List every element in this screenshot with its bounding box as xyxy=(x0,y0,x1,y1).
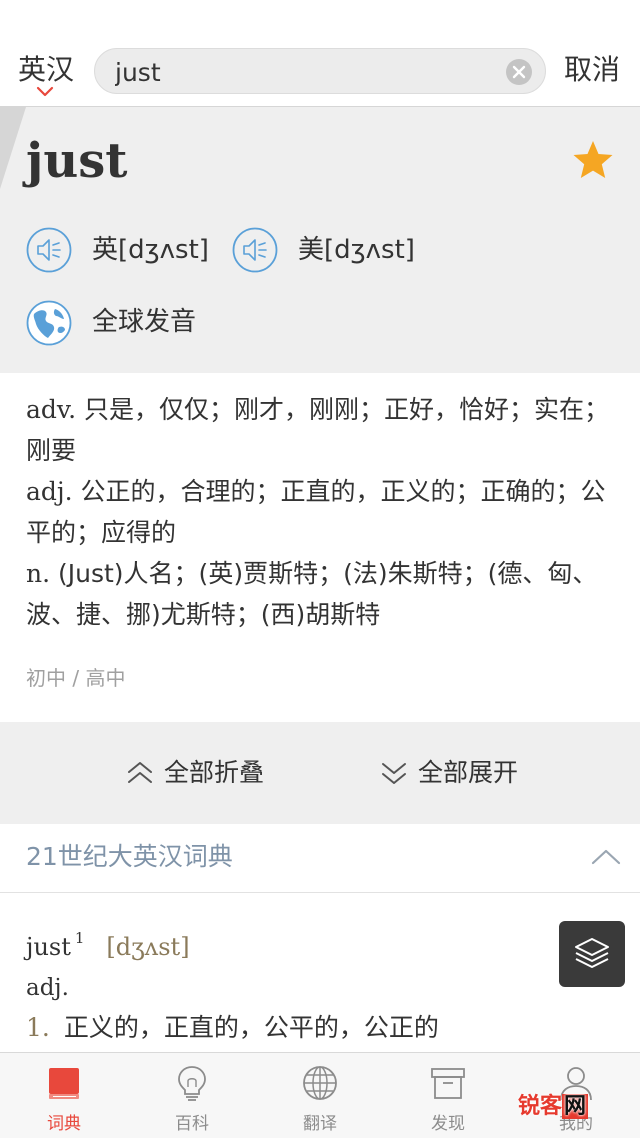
definition-adj: adj. 公正的，合理的；正直的，正义的；正确的；公平的；应得的 xyxy=(26,471,610,553)
watermark-text-boxed: 网 xyxy=(562,1094,589,1119)
globe-icon[interactable] xyxy=(26,300,72,346)
definition-text: 公正的，合理的；正直的，正义的；正确的；公平的；应得的 xyxy=(26,477,606,547)
entry-phonetic: [dʒʌst] xyxy=(106,933,190,961)
archive-box-icon xyxy=(431,1068,465,1099)
tab-dictionary[interactable]: 词典 xyxy=(0,1053,128,1138)
globe-grid-icon xyxy=(303,1066,337,1100)
tab-label: 发现 xyxy=(431,1114,465,1134)
speaker-icon[interactable] xyxy=(232,227,278,273)
definition-adv: adv. 只是，仅仅；刚才，刚刚；正好，恰好；实在；刚要 xyxy=(26,389,610,471)
part-of-speech: adj. xyxy=(26,477,73,506)
entry-homograph-number: 1 xyxy=(74,929,85,947)
dictionary-section-header[interactable]: 21世纪大英汉词典 xyxy=(0,824,640,893)
entry-part-of-speech: adj. xyxy=(26,975,69,1001)
sense-number: 1. xyxy=(26,1013,50,1042)
double-chevron-up-icon xyxy=(128,762,152,783)
layers-button[interactable] xyxy=(559,921,625,987)
basic-definitions: adv. 只是，仅仅；刚才，刚刚；正好，恰好；实在；刚要 adj. 公正的，合理… xyxy=(26,389,610,635)
collapse-all-label: 全部折叠 xyxy=(164,758,265,787)
tab-label: 词典 xyxy=(47,1114,81,1134)
entry-word: just xyxy=(26,933,71,961)
tab-label: 百科 xyxy=(175,1114,209,1134)
global-pronunciation[interactable]: 全球发音 xyxy=(26,297,286,349)
pronunciation-us-label: 美[dʒʌst] xyxy=(298,235,415,265)
global-pronunciation-label: 全球发音 xyxy=(92,307,197,337)
site-watermark: 锐客网 xyxy=(518,1092,589,1122)
definition-text: (Just)人名；(英)贾斯特；(法)朱斯特；(德、匈、波、捷、挪)尤斯特；(西… xyxy=(26,559,598,629)
clear-icon[interactable] xyxy=(505,58,533,86)
entry-headword-line: just 1 [dʒʌst] xyxy=(26,918,190,967)
dictionary-page: 英汉 取消 just xyxy=(0,0,640,1138)
definition-text: 只是，仅仅；刚才，刚刚；正好，恰好；实在；刚要 xyxy=(26,395,609,465)
tab-label: 翻译 xyxy=(303,1114,337,1134)
corner-tab-decoration xyxy=(0,107,26,189)
tab-encyclopedia[interactable]: 百科 xyxy=(128,1053,256,1138)
search-input[interactable] xyxy=(115,55,495,89)
language-toggle[interactable]: 英汉 xyxy=(18,52,74,88)
definition-noun: n. (Just)人名；(英)贾斯特；(法)朱斯特；(德、匈、波、捷、挪)尤斯特… xyxy=(26,553,610,635)
book-icon xyxy=(49,1068,79,1099)
star-icon[interactable] xyxy=(572,139,614,181)
search-bar: 英汉 取消 xyxy=(0,0,640,107)
sense-text: 正义的，正直的，公平的，公正的 xyxy=(63,1013,439,1042)
exam-levels: 初中 / 高中 xyxy=(26,666,126,690)
double-chevron-down-icon xyxy=(382,763,406,784)
speaker-icon[interactable] xyxy=(26,227,72,273)
fold-toolbar: 全部折叠 全部展开 xyxy=(0,722,640,824)
watermark-text: 锐客 xyxy=(518,1094,563,1119)
expand-all-label: 全部展开 xyxy=(418,758,519,787)
chevron-up-icon[interactable] xyxy=(590,846,622,868)
chevron-down-icon[interactable] xyxy=(36,86,54,98)
search-field[interactable] xyxy=(94,48,546,94)
tab-translate[interactable]: 翻译 xyxy=(256,1053,384,1138)
lightbulb-icon xyxy=(178,1066,206,1101)
word-header: just 英[dʒʌst] 美[dʒʌst] 全球发音 xyxy=(0,107,640,373)
cancel-button[interactable]: 取消 xyxy=(564,52,620,88)
layers-icon xyxy=(575,938,609,968)
part-of-speech: adv. xyxy=(26,395,77,424)
headword: just xyxy=(26,133,128,189)
part-of-speech: n. xyxy=(26,559,51,588)
tab-discover[interactable]: 发现 xyxy=(384,1053,512,1138)
dictionary-title: 21世纪大英汉词典 xyxy=(26,842,233,871)
pronunciation-uk-label: 英[dʒʌst] xyxy=(92,235,209,265)
sense-item: 1. 正义的，正直的，公平的，公正的 xyxy=(26,1010,439,1046)
